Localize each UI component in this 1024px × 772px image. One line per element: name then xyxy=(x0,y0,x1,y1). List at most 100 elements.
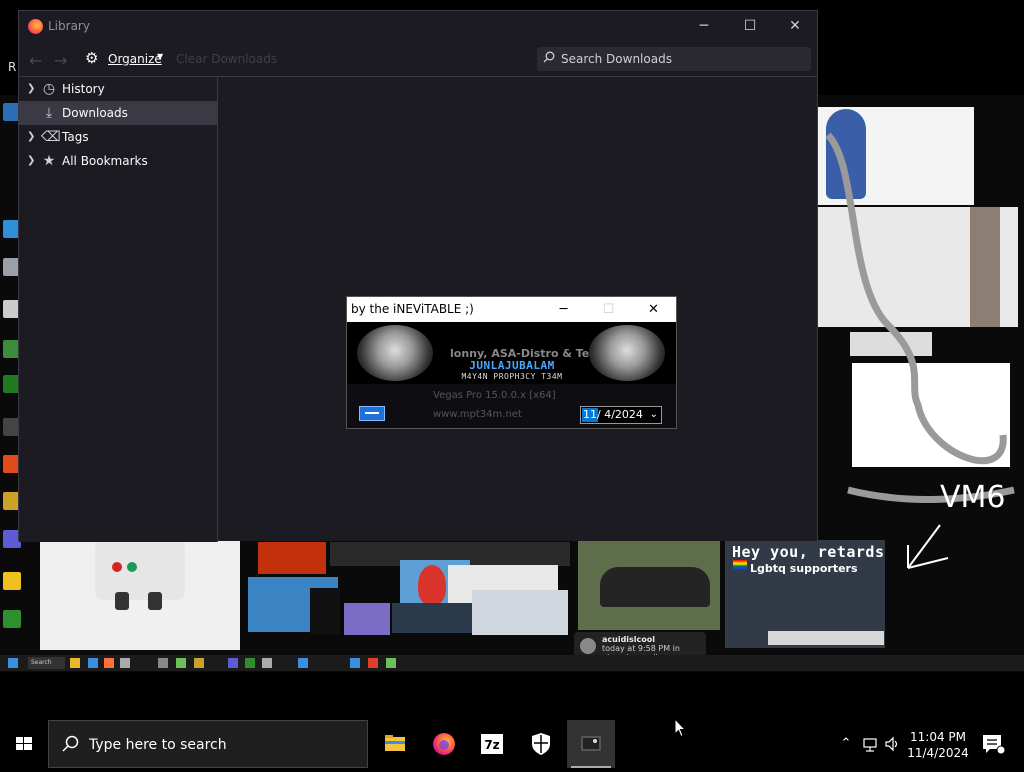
keygen-banner: lonny, ASA-Distro & Te JUNLAJUBALAM M4Y4… xyxy=(347,322,676,384)
sidebar-item-all-bookmarks[interactable]: ❯ ★ All Bookmarks xyxy=(19,149,217,173)
skull-emblem-icon xyxy=(589,325,665,381)
collage-image-robot-body xyxy=(95,540,185,600)
taskbar-search-box[interactable] xyxy=(48,720,368,768)
desktop-icon-11[interactable] xyxy=(3,572,21,590)
collage-subline: Lgbtq supporters xyxy=(750,562,858,575)
taskbar: 7z ⌃ 11:04 PM 11/4/2024 xyxy=(0,720,1024,768)
windows-security-taskbar-button[interactable] xyxy=(517,720,565,768)
date-day-year-field[interactable]: / 4/2024 xyxy=(597,408,643,422)
avatar xyxy=(580,638,596,654)
generate-button[interactable] xyxy=(359,406,385,421)
firefox-icon xyxy=(28,19,43,34)
search-downloads-input[interactable] xyxy=(561,50,801,68)
keygen-taskbar-button[interactable] xyxy=(567,720,615,768)
gear-icon[interactable]: ⚙ xyxy=(85,50,101,66)
organize-menu-button[interactable]: Organize xyxy=(108,52,162,66)
library-titlebar[interactable]: Library ─ ☐ ✕ xyxy=(19,11,817,43)
handwriting-vm6: VM6 xyxy=(940,480,1006,515)
mini-start-icon xyxy=(8,658,18,668)
close-button[interactable]: ✕ xyxy=(631,297,676,322)
keygen-app-icon xyxy=(581,736,601,751)
robot-red-dot xyxy=(112,562,122,572)
mini-app-icon xyxy=(298,658,308,668)
wallpaper-mini-taskbar: Search xyxy=(0,655,1024,671)
chevron-up-icon[interactable]: ⌃ xyxy=(838,734,854,754)
mini-app-icon xyxy=(386,658,396,668)
skull-emblem-icon xyxy=(357,325,433,381)
chat-name: acuidislcool xyxy=(602,635,656,644)
windows-start-icon[interactable] xyxy=(0,720,48,768)
7zip-taskbar-button[interactable]: 7z xyxy=(468,720,516,768)
sidebar-item-label: All Bookmarks xyxy=(62,154,148,168)
folder-icon xyxy=(385,735,405,751)
minimize-button[interactable]: ─ xyxy=(541,297,586,322)
date-month-field[interactable]: 11 xyxy=(582,408,598,422)
mini-app-icon xyxy=(194,658,204,668)
notification-icon[interactable] xyxy=(978,732,1006,756)
mini-app-icon xyxy=(104,658,114,668)
mini-app-icon xyxy=(368,658,378,668)
date-picker[interactable]: 11 / 4/2024 ⌄ xyxy=(580,406,662,424)
close-button[interactable]: ✕ xyxy=(772,11,818,43)
search-icon xyxy=(543,51,555,63)
mini-app-icon xyxy=(245,658,255,668)
svg-text:7z: 7z xyxy=(484,738,499,752)
forward-arrow-icon[interactable]: → xyxy=(54,51,67,70)
pride-flag-icon xyxy=(733,560,747,570)
star-icon: ★ xyxy=(42,153,56,169)
collage-image-strip-3 xyxy=(392,603,472,633)
collage-image-strip-4 xyxy=(768,631,884,645)
chevron-down-icon[interactable]: ⌄ xyxy=(650,408,658,422)
firefox-icon xyxy=(433,733,455,755)
taskbar-search-input[interactable] xyxy=(89,735,359,755)
window-title: Library xyxy=(48,19,90,33)
mini-app-icon xyxy=(88,658,98,668)
collage-image-racecar-body xyxy=(600,567,710,607)
sidebar-item-history[interactable]: ❯ ◷ History xyxy=(19,77,217,101)
file-explorer-taskbar-button[interactable] xyxy=(371,720,419,768)
mini-app-icon xyxy=(350,658,360,668)
website-link[interactable]: www.mpt34m.net xyxy=(433,409,522,420)
sidebar-item-label: Downloads xyxy=(62,106,128,120)
firefox-taskbar-button[interactable] xyxy=(420,720,468,768)
volume-icon[interactable] xyxy=(884,734,900,754)
mouse-cursor-icon xyxy=(674,718,686,738)
chevron-right-icon[interactable]: ❯ xyxy=(27,155,35,166)
keygen-crew-team: M4Y4N PROPH3CY T34M xyxy=(461,372,563,381)
robot-foot-right xyxy=(148,592,162,610)
back-arrow-icon[interactable]: ← xyxy=(29,51,42,70)
chevron-right-icon[interactable]: ❯ xyxy=(27,131,35,142)
sidebar-item-label: Tags xyxy=(62,130,89,144)
sidebar-item-label: History xyxy=(62,82,105,96)
desktop-icon-12[interactable] xyxy=(3,610,21,628)
minimize-button[interactable]: ─ xyxy=(681,11,727,43)
collage-image-game xyxy=(344,603,390,635)
download-icon: ⤓ xyxy=(45,105,53,121)
search-box[interactable] xyxy=(537,47,811,71)
mini-app-icon xyxy=(176,658,186,668)
collage-image-explosion xyxy=(258,542,326,574)
keygen-title: by the iNEViTABLE ;) xyxy=(351,302,474,316)
network-icon[interactable] xyxy=(862,734,878,754)
keygen-crew-name: JUNLAJUBALAM xyxy=(469,359,555,372)
mini-app-icon xyxy=(120,658,130,668)
handwriting-arrow xyxy=(907,524,949,569)
mini-search: Search xyxy=(28,657,65,669)
chevron-down-icon: ▼ xyxy=(157,52,164,61)
sidebar-item-downloads[interactable]: ⤓ Downloads xyxy=(19,101,217,125)
sidebar-item-tags[interactable]: ❯ ⌫ Tags xyxy=(19,125,217,149)
library-toolbar: ← → ⚙ Organize ▼ Clear Downloads xyxy=(19,43,817,76)
collage-image-parrot xyxy=(418,565,446,605)
system-clock[interactable]: 11:04 PM 11/4/2024 xyxy=(903,729,973,761)
maximize-button[interactable]: ☐ xyxy=(727,11,773,43)
clock-time: 11:04 PM xyxy=(910,730,966,744)
mini-app-icon xyxy=(228,658,238,668)
collage-headline: Hey you, retards xyxy=(732,543,885,561)
keygen-titlebar[interactable]: by the iNEViTABLE ;) ─ ☐ ✕ xyxy=(347,297,676,322)
clear-downloads-button[interactable]: Clear Downloads xyxy=(176,52,277,66)
keygen-window: by the iNEViTABLE ;) ─ ☐ ✕ lonny, ASA-Di… xyxy=(346,296,677,429)
robot-green-dot xyxy=(127,562,137,572)
clock-date: 11/4/2024 xyxy=(907,746,969,760)
7zip-icon: 7z xyxy=(481,734,503,754)
chevron-right-icon[interactable]: ❯ xyxy=(27,83,35,94)
